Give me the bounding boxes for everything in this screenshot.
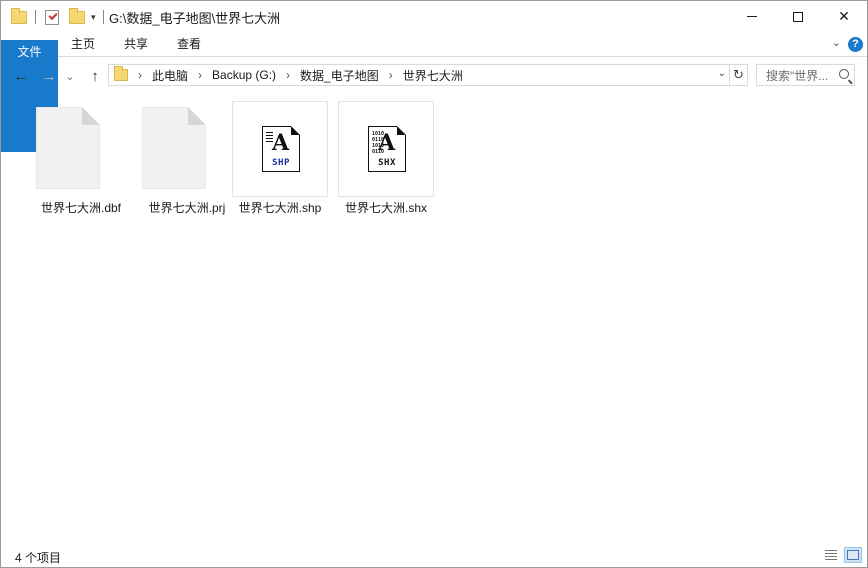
quick-access-toolbar: ▾: [11, 7, 104, 27]
separator: [35, 10, 36, 24]
folder-icon: [11, 7, 27, 24]
tab-view[interactable]: 查看: [164, 32, 214, 56]
title-bar: ▾ G:\数据_电子地图\世界七大洲 ✕: [1, 1, 867, 32]
maximize-button[interactable]: [775, 1, 821, 32]
breadcrumb-folder[interactable]: 数据_电子地图: [300, 67, 379, 84]
tab-home[interactable]: 主页: [58, 32, 108, 56]
minimize-button[interactable]: [729, 1, 775, 32]
blank-document-icon: [142, 107, 206, 189]
file-name: 世界七大洲.shp: [238, 201, 322, 215]
search-icon: [839, 69, 849, 79]
file-thumbnail: A SHP: [232, 101, 328, 197]
forward-arrow-icon: →: [41, 67, 57, 85]
explorer-window: ▾ G:\数据_电子地图\世界七大洲 ✕ 文件 主页 共享 查看 ⌄ ? ← →…: [0, 0, 868, 568]
file-item[interactable]: 世界七大洲.dbf: [33, 101, 129, 215]
blank-document-icon: [36, 107, 100, 189]
chevron-down-icon: ⌄: [65, 70, 75, 83]
up-arrow-icon: ↑: [91, 67, 99, 85]
expand-ribbon-icon[interactable]: ⌄: [832, 36, 841, 49]
help-icon[interactable]: ?: [848, 37, 863, 52]
close-button[interactable]: ✕: [821, 1, 867, 32]
maximize-icon: [793, 11, 803, 22]
file-item[interactable]: A SHP 世界七大洲.shp: [232, 101, 328, 215]
breadcrumb-drive[interactable]: Backup (G:): [212, 68, 276, 82]
chevron-right-icon[interactable]: ›: [198, 68, 202, 82]
back-button[interactable]: ←: [11, 66, 31, 86]
refresh-icon: ↻: [733, 67, 744, 82]
file-item[interactable]: 1010 0110 1010 0110 A SHX 世界七大洲.shx: [338, 101, 434, 215]
navigation-bar: ← → ⌄ ↑ › 此电脑 › Backup (G:) › 数据_电子地图 › …: [1, 58, 867, 93]
search-placeholder: 搜索"世界...: [766, 68, 829, 83]
file-thumbnail: [139, 101, 235, 197]
file-thumbnail: [33, 101, 129, 197]
forward-button[interactable]: →: [39, 66, 59, 86]
file-item[interactable]: 世界七大洲.prj: [139, 101, 235, 215]
search-input[interactable]: 搜索"世界...: [756, 64, 855, 86]
ribbon-tabs: 文件 主页 共享 查看 ⌄ ?: [1, 32, 867, 152]
chevron-right-icon[interactable]: ›: [138, 68, 142, 82]
new-folder-icon[interactable]: [69, 7, 85, 24]
folder-icon: [114, 66, 128, 81]
file-name: 世界七大洲.dbf: [40, 201, 122, 215]
customize-quick-access-icon[interactable]: ▾: [91, 12, 96, 23]
large-icons-view-icon: [847, 550, 859, 560]
shx-label: SHX: [378, 158, 396, 168]
shx-file-icon: 1010 0110 1010 0110 A SHX: [368, 126, 406, 172]
large-icons-view-button[interactable]: [844, 547, 862, 563]
back-arrow-icon: ←: [13, 67, 29, 85]
file-list: 世界七大洲.dbf 世界七大洲.prj A SHP 世界七大洲.shp 1010…: [1, 93, 867, 543]
file-name: 世界七大洲.shx: [344, 201, 427, 215]
minimize-icon: [747, 16, 757, 17]
details-view-button[interactable]: [822, 547, 840, 563]
properties-icon[interactable]: [45, 9, 59, 25]
chevron-right-icon[interactable]: ›: [286, 68, 290, 82]
refresh-button[interactable]: ↻: [730, 64, 748, 86]
status-bar: 4 个项目: [1, 543, 867, 567]
tab-share[interactable]: 共享: [111, 32, 161, 56]
details-view-icon: [825, 550, 837, 560]
separator: [102, 10, 104, 24]
recent-locations-button[interactable]: ⌄: [63, 66, 77, 86]
file-thumbnail: 1010 0110 1010 0110 A SHX: [338, 101, 434, 197]
shp-label: SHP: [272, 158, 290, 168]
breadcrumb-this-pc[interactable]: 此电脑: [152, 67, 188, 84]
up-button[interactable]: ↑: [85, 66, 105, 86]
item-count: 4 个项目: [15, 551, 62, 565]
window-title: G:\数据_电子地图\世界七大洲: [109, 11, 281, 26]
address-dropdown-icon[interactable]: ⌄: [718, 68, 726, 79]
close-icon: ✕: [838, 8, 850, 24]
address-bar[interactable]: › 此电脑 › Backup (G:) › 数据_电子地图 › 世界七大洲 ⌄: [108, 64, 730, 86]
shp-file-icon: A SHP: [262, 126, 300, 172]
chevron-right-icon[interactable]: ›: [389, 68, 393, 82]
breadcrumb-current[interactable]: 世界七大洲: [403, 67, 463, 84]
